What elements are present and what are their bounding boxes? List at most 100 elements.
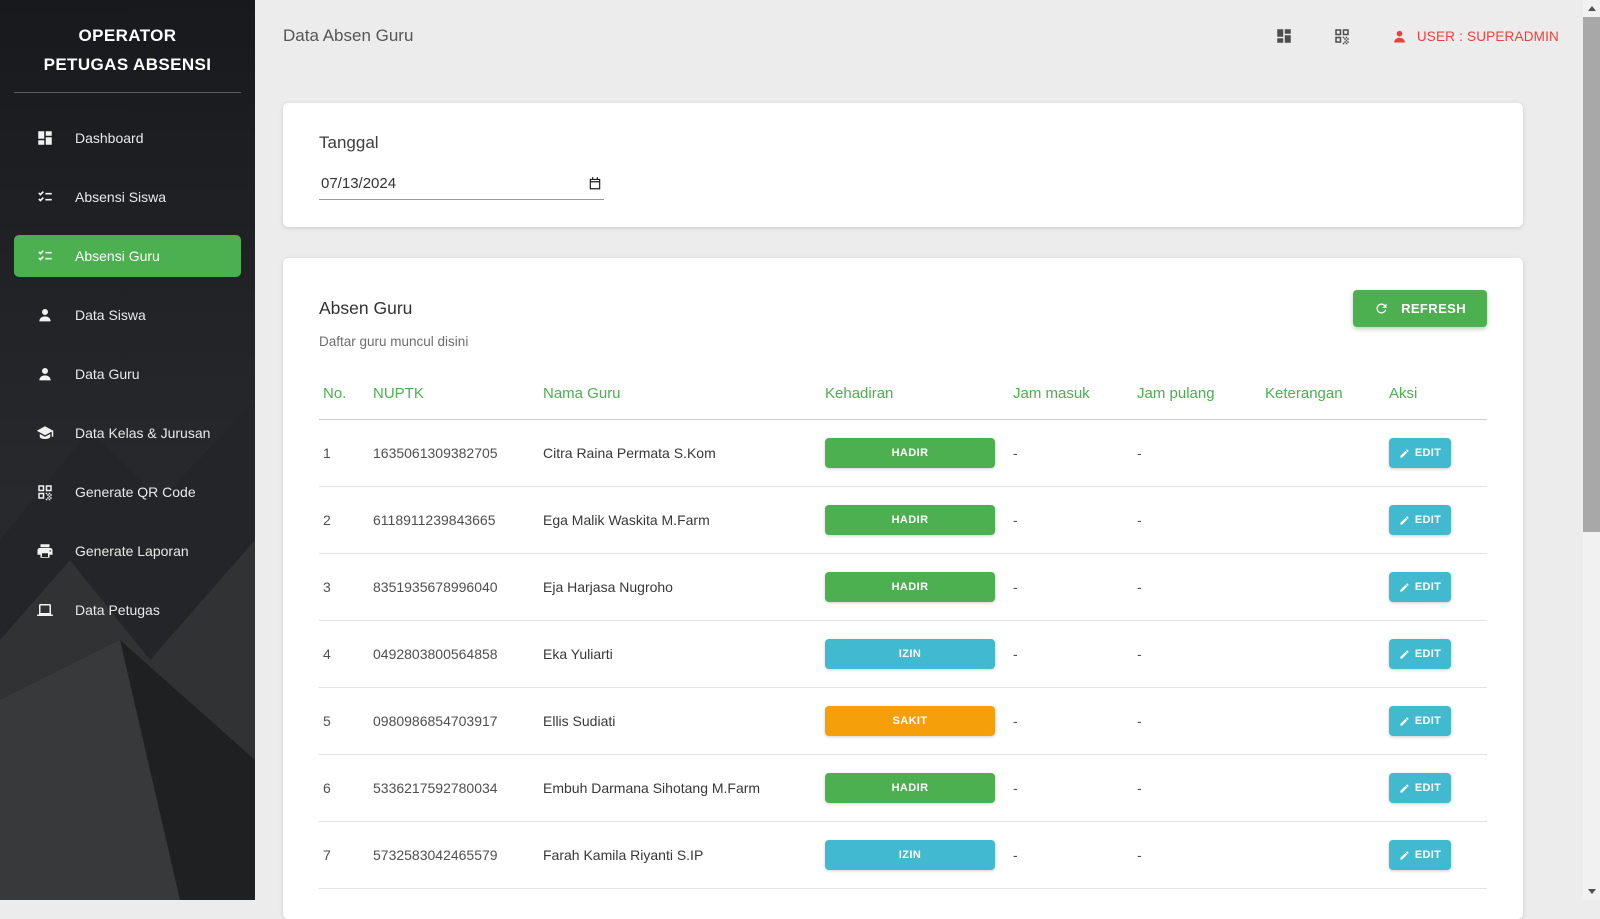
sidebar-item-absensi-siswa[interactable]: Absensi Siswa [14,176,241,218]
cell-nuptk: 0492803800564858 [369,621,539,688]
cell-keterangan [1261,755,1385,822]
cell-no: 5 [319,688,369,755]
cell-no: 2 [319,487,369,554]
page-title: Data Absen Guru [283,26,413,46]
table-card-titles: Absen Guru Daftar guru muncul disini [319,286,468,349]
date-value: 07/13/2024 [321,175,588,192]
edit-button[interactable]: EDIT [1389,639,1451,669]
column-header: No. [319,373,369,420]
sidebar-item-data-guru[interactable]: Data Guru [14,353,241,395]
page-scrollbar [1583,0,1600,900]
cell-no: 4 [319,621,369,688]
sidebar-item-data-siswa[interactable]: Data Siswa [14,294,241,336]
cell-nama: Eja Harjasa Nugroho [539,554,821,621]
person-icon [1391,28,1408,45]
date-input[interactable]: 07/13/2024 [319,170,604,200]
kehadiran-badge: IZIN [825,639,995,669]
cell-no: 1 [319,420,369,487]
refresh-icon [1374,301,1389,316]
sidebar-item-data-petugas[interactable]: Data Petugas [14,589,241,631]
table-row: 2 6118911239843665 Ega Malik Waskita M.F… [319,487,1487,554]
scrollbar-thumb[interactable] [1583,17,1600,532]
dashboard-icon [36,129,54,147]
cell-keterangan [1261,420,1385,487]
qr-code-icon [36,483,54,501]
edit-button[interactable]: EDIT [1389,706,1451,736]
sidebar-item-label: Dashboard [75,130,144,146]
edit-button-label: EDIT [1415,715,1441,727]
user-label: USER : SUPERADMIN [1417,29,1559,44]
guru-table-card: Absen Guru Daftar guru muncul disini REF… [283,258,1523,919]
sidebar-item-label: Data Siswa [75,307,146,323]
sidebar-item-label: Absensi Guru [75,248,160,264]
pencil-icon [1399,448,1410,459]
sidebar-item-label: Absensi Siswa [75,189,166,205]
cell-nuptk: 5732583042465579 [369,822,539,889]
qr-code-icon[interactable] [1333,27,1351,45]
kehadiran-badge: SAKIT [825,706,995,736]
guru-table-body: 1 1635061309382705 Citra Raina Permata S… [319,420,1487,889]
cell-nama: Ega Malik Waskita M.Farm [539,487,821,554]
cell-nuptk: 1635061309382705 [369,420,539,487]
table-card-header: Absen Guru Daftar guru muncul disini REF… [319,286,1487,349]
edit-button[interactable]: EDIT [1389,438,1451,468]
cell-nama: Ellis Sudiati [539,688,821,755]
calendar-icon[interactable] [588,176,602,191]
column-header: NUPTK [369,373,539,420]
edit-button-label: EDIT [1415,849,1441,861]
cell-jam-pulang: - [1133,822,1261,889]
sidebar-item-generate-qr-code[interactable]: Generate QR Code [14,471,241,513]
app-title-line2: PETUGAS ABSENSI [10,50,245,79]
table-row: 1 1635061309382705 Citra Raina Permata S… [319,420,1487,487]
sidebar-item-absensi-guru[interactable]: Absensi Guru [14,235,241,277]
printer-icon [36,542,54,560]
cell-jam-pulang: - [1133,420,1261,487]
scrollbar-up-arrow[interactable] [1583,0,1600,17]
scrollbar-down-arrow[interactable] [1583,883,1600,900]
sidebar-item-label: Generate Laporan [75,543,189,559]
cell-keterangan [1261,688,1385,755]
table-row: 3 8351935678996040 Eja Harjasa Nugroho H… [319,554,1487,621]
sidebar-item-data-kelas-jurusan[interactable]: Data Kelas & Jurusan [14,412,241,454]
pencil-icon [1399,850,1410,861]
sidebar-item-label: Data Kelas & Jurusan [75,425,210,441]
edit-button[interactable]: EDIT [1389,773,1451,803]
guru-table: No.NUPTKNama GuruKehadiranJam masukJam p… [319,373,1487,889]
dashboard-icon[interactable] [1275,27,1293,45]
date-card: Tanggal 07/13/2024 [283,103,1523,227]
pencil-icon [1399,515,1410,526]
edit-button[interactable]: EDIT [1389,572,1451,602]
cell-jam-pulang: - [1133,755,1261,822]
kehadiran-badge: HADIR [825,438,995,468]
refresh-button[interactable]: REFRESH [1353,290,1487,327]
sidebar-item-label: Data Petugas [75,602,160,618]
cell-jam-pulang: - [1133,554,1261,621]
cell-jam-masuk: - [1009,755,1133,822]
cell-jam-masuk: - [1009,487,1133,554]
table-row: 6 5336217592780034 Embuh Darmana Sihotan… [319,755,1487,822]
table-row: 4 0492803800564858 Eka Yuliarti IZIN - -… [319,621,1487,688]
pencil-icon [1399,783,1410,794]
cell-nama: Embuh Darmana Sihotang M.Farm [539,755,821,822]
kehadiran-badge: HADIR [825,572,995,602]
cell-jam-masuk: - [1009,688,1133,755]
edit-button[interactable]: EDIT [1389,505,1451,535]
edit-button[interactable]: EDIT [1389,840,1451,870]
cell-nuptk: 5336217592780034 [369,755,539,822]
user-menu[interactable]: USER : SUPERADMIN [1391,28,1559,45]
sidebar-divider [14,92,241,93]
sidebar-item-generate-laporan[interactable]: Generate Laporan [14,530,241,572]
sidebar-item-label: Generate QR Code [75,484,196,500]
sidebar: OPERATOR PETUGAS ABSENSI Dashboard Absen… [0,0,255,900]
sidebar-item-dashboard[interactable]: Dashboard [14,117,241,159]
topbar: Data Absen Guru USER : SUPERADMIN [255,0,1583,46]
sidebar-item-label: Data Guru [75,366,140,382]
cell-jam-masuk: - [1009,420,1133,487]
cell-no: 6 [319,755,369,822]
table-header-row: No.NUPTKNama GuruKehadiranJam masukJam p… [319,373,1487,420]
edit-button-label: EDIT [1415,648,1441,660]
laptop-icon [36,601,54,619]
checklist-icon [36,188,54,206]
person-icon [36,306,54,324]
person-icon [36,365,54,383]
